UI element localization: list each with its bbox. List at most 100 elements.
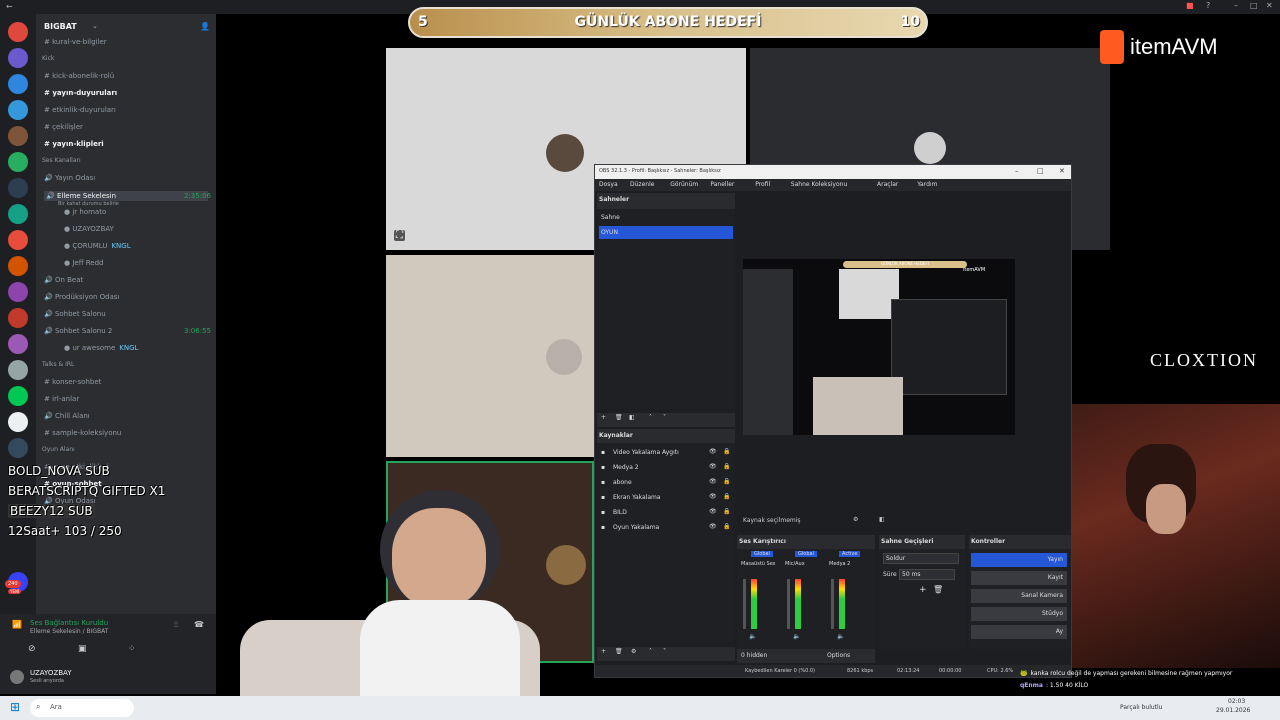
options-button[interactable]: Options (827, 652, 850, 659)
maximize-icon[interactable]: □ (1037, 167, 1044, 175)
volume-slider[interactable] (831, 579, 834, 629)
text-channel[interactable]: # çekilişler (44, 123, 83, 131)
control-button[interactable]: Yayın (971, 553, 1067, 567)
voice-channel-path[interactable]: Elleme Sekelesin / BIGBAT (30, 628, 108, 635)
volume-slider[interactable] (787, 579, 790, 629)
close-icon[interactable]: ✕ (1266, 1, 1273, 10)
server-icon[interactable] (8, 230, 28, 250)
transition-select[interactable]: Soldur (883, 553, 959, 564)
text-channel[interactable]: # kural-ve-bilgiler (44, 38, 107, 46)
menu-item[interactable]: Paneller (710, 181, 734, 188)
server-icon[interactable] (8, 204, 28, 224)
add-icon[interactable]: + (601, 414, 606, 421)
server-icon[interactable] (8, 256, 28, 276)
server-icon[interactable] (8, 152, 28, 172)
help-icon[interactable]: ? (1206, 1, 1210, 10)
eye-icon[interactable]: 👁 (709, 523, 717, 530)
down-arrow-icon[interactable]: ˅ (663, 414, 666, 421)
scene-item[interactable]: OYUN (599, 226, 733, 239)
eye-icon[interactable]: 👁 (709, 448, 717, 455)
windows-start-icon[interactable]: ⊞ (10, 700, 20, 714)
channel-category[interactable]: Oyun Alanı (42, 446, 75, 453)
minimize-icon[interactable]: – (1015, 167, 1019, 175)
voice-member[interactable]: ● UZAYOZBAY (64, 225, 114, 233)
close-window-icon[interactable]: ■ (1186, 1, 1194, 10)
server-icon[interactable] (8, 386, 28, 406)
lock-icon[interactable]: 🔒 (723, 523, 730, 530)
text-channel[interactable]: # yayın-duyuruları (44, 89, 117, 97)
server-icon[interactable] (8, 360, 28, 380)
text-channel[interactable]: # sample-koleksiyonu (44, 429, 121, 437)
voice-channel[interactable]: 🔊 Yayın Odası (44, 174, 95, 182)
maximize-icon[interactable]: □ (1250, 1, 1258, 10)
gear-icon[interactable]: ⚙ (631, 648, 636, 655)
add-member-icon[interactable]: 👤 (200, 22, 210, 31)
eye-icon[interactable]: 👁 (709, 463, 717, 470)
voice-status[interactable]: Ses Bağlantısı Kuruldu (30, 619, 108, 627)
menu-item[interactable]: Araçlar (877, 181, 898, 188)
server-icon[interactable] (8, 22, 28, 42)
voice-channel[interactable]: 🔊 Sohbet Salonu (44, 310, 106, 318)
server-icon[interactable] (8, 74, 28, 94)
text-channel[interactable]: # konser-sohbet (44, 378, 101, 386)
server-icon[interactable] (8, 412, 28, 432)
voice-member[interactable]: ● ÇORUMLU KNGL (64, 242, 131, 250)
eye-icon[interactable]: 👁 (709, 493, 717, 500)
control-button[interactable]: Ay (971, 625, 1067, 639)
source-item[interactable]: ▪ Video Yakalama Aygıtı 👁 🔒 (599, 447, 733, 460)
menu-item[interactable]: Sahne Koleksiyonu (791, 181, 847, 188)
clock-time[interactable]: 02:03 (1228, 698, 1245, 705)
voice-channel[interactable]: 🔊 Chill Alanı (44, 412, 90, 420)
server-icon[interactable] (8, 126, 28, 146)
menu-item[interactable]: Görünüm (670, 181, 698, 188)
trash-icon[interactable]: 🗑 (615, 414, 623, 421)
lock-icon[interactable]: 🔒 (723, 463, 730, 470)
obs-titlebar[interactable]: OBS 32.1.3 - Profil: Başlıksız - Sahnele… (595, 165, 1071, 179)
server-name[interactable]: BIGBAT (44, 22, 77, 31)
lock-icon[interactable]: 🔒 (723, 478, 730, 485)
menu-item[interactable]: Düzenle (630, 181, 654, 188)
clock-date[interactable]: 29.01.2026 (1216, 707, 1250, 714)
server-icon[interactable] (8, 48, 28, 68)
eye-icon[interactable]: 👁 (709, 478, 717, 485)
voice-member[interactable]: ● Jeff Redd (64, 259, 104, 267)
source-item[interactable]: ▪ BILD 👁 🔒 (599, 507, 733, 520)
obs-preview[interactable]: GÜNLÜK ABONE HEDEFİ itemAVM (743, 259, 1015, 435)
control-button[interactable]: Sanal Kamera (971, 589, 1067, 603)
eye-icon[interactable]: 👁 (709, 508, 717, 515)
screen-share-icon[interactable]: ▣ (78, 644, 87, 654)
voice-channel[interactable]: 🔊 Sohbet Salonu 2 3:06:55 (44, 327, 211, 335)
voice-channel[interactable]: 🔊 Prodüksiyon Odası (44, 293, 120, 301)
server-icon[interactable] (8, 282, 28, 302)
camera-off-icon[interactable]: ⊘ (28, 644, 36, 654)
speaker-icon[interactable]: 🔈 (837, 633, 844, 640)
filter-icon[interactable]: ◧ (879, 516, 885, 523)
source-item[interactable]: ▪ Oyun Yakalama 👁 🔒 (599, 522, 733, 535)
up-arrow-icon[interactable]: ˄ (649, 648, 652, 655)
text-channel[interactable]: # kick-abonelik-rolü (44, 72, 114, 80)
chevron-down-icon[interactable]: ⌄ (92, 22, 98, 30)
fullscreen-icon[interactable]: ⛶ (394, 230, 405, 241)
source-item[interactable]: ▪ abone 👁 🔒 (599, 477, 733, 490)
server-icon[interactable] (8, 308, 28, 328)
trash-icon[interactable]: 🗑 (933, 585, 943, 594)
trash-icon[interactable]: 🗑 (615, 648, 623, 655)
lock-icon[interactable]: 🔒 (723, 508, 730, 515)
server-icon[interactable] (8, 334, 28, 354)
lock-icon[interactable]: 🔒 (723, 448, 730, 455)
control-button[interactable]: Kayıt (971, 571, 1067, 585)
text-channel[interactable]: # yayın-klipleri (44, 140, 104, 148)
server-icon[interactable] (8, 438, 28, 458)
voice-member[interactable]: ● ur awesome KNGL (64, 344, 138, 352)
menu-item[interactable]: Dosya (599, 181, 618, 188)
down-arrow-icon[interactable]: ˅ (663, 648, 666, 655)
add-icon[interactable]: + (601, 648, 606, 655)
control-button[interactable]: Stüdyo (971, 607, 1067, 621)
voice-member[interactable]: ● jr homato (64, 208, 106, 216)
menu-item[interactable]: Profil (755, 181, 770, 188)
lock-icon[interactable]: 🔒 (723, 493, 730, 500)
volume-slider[interactable] (743, 579, 746, 629)
minimize-icon[interactable]: – (1234, 1, 1238, 10)
server-icon[interactable] (8, 100, 28, 120)
up-arrow-icon[interactable]: ˄ (649, 414, 652, 421)
